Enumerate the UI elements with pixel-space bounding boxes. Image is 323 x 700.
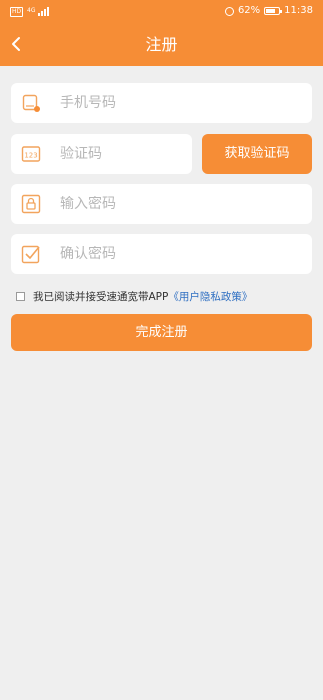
battery-icon	[264, 7, 283, 15]
check-icon	[21, 245, 40, 264]
hd-signal-icon: HD	[10, 7, 24, 17]
privacy-policy-link[interactable]: 《用户隐私政策》	[168, 289, 252, 304]
header-bar: HD 4G 62% 11:38 注册	[0, 0, 323, 66]
phone-input[interactable]	[60, 95, 280, 111]
network-type: 4G	[27, 7, 36, 14]
agreement-row: 我已阅读并接受速通宽带APP 《用户隐私政策》	[16, 288, 252, 304]
status-bar: HD 4G 62% 11:38	[0, 0, 323, 22]
alarm-icon	[224, 6, 234, 16]
password-field[interactable]	[11, 184, 312, 224]
clock: 11:38	[284, 5, 313, 16]
phone-icon	[22, 94, 40, 112]
submit-button[interactable]: 完成注册	[11, 314, 312, 351]
password-input[interactable]	[60, 196, 280, 212]
confirm-password-field[interactable]	[11, 234, 312, 274]
code-field[interactable]: 123	[11, 134, 192, 174]
confirm-password-input[interactable]	[60, 246, 280, 262]
battery-percent: 62%	[237, 5, 261, 16]
svg-text:123: 123	[24, 152, 37, 160]
page-title: 注册	[145, 35, 178, 54]
code-123-icon: 123	[21, 146, 41, 162]
code-input[interactable]	[60, 146, 180, 162]
nav-bar: 注册	[0, 22, 323, 66]
signal-bars-icon	[38, 6, 50, 16]
get-code-button[interactable]: 获取验证码	[202, 134, 312, 174]
phone-field[interactable]	[11, 83, 312, 123]
lock-icon	[21, 194, 41, 214]
agreement-checkbox[interactable]	[16, 291, 25, 301]
agreement-text: 我已阅读并接受速通宽带APP	[33, 290, 169, 303]
